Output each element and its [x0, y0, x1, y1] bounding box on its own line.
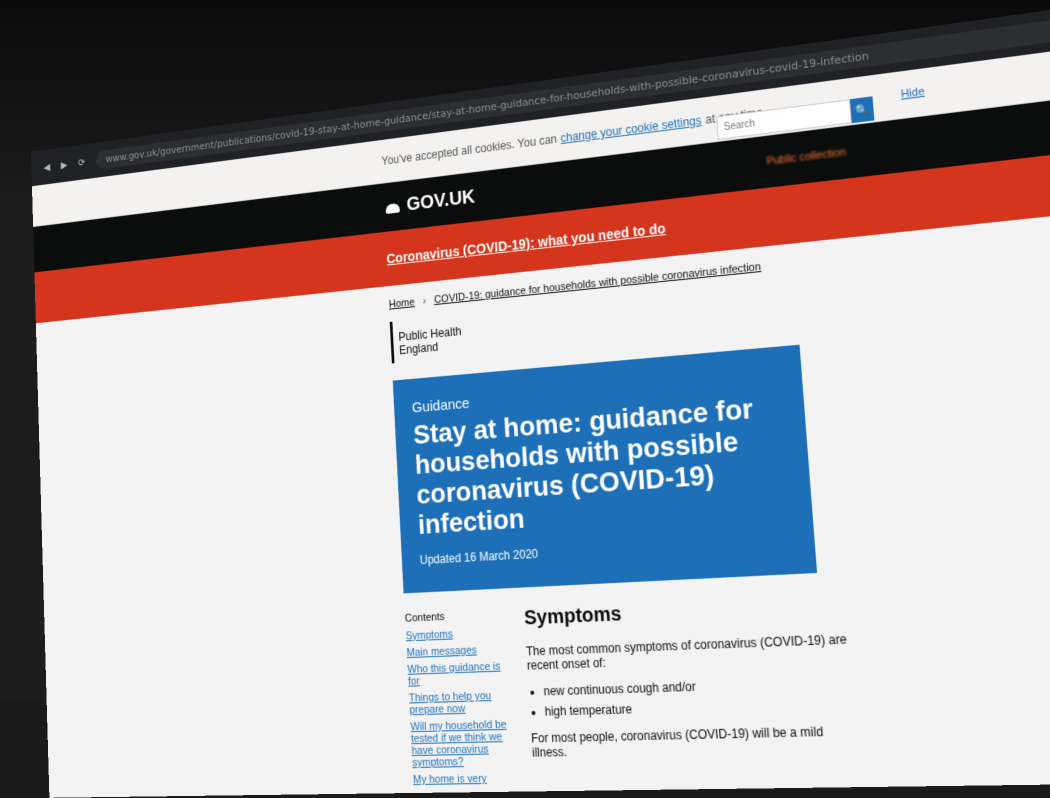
- back-icon[interactable]: ◀: [43, 161, 50, 173]
- hide-cookie-button[interactable]: Hide: [900, 86, 925, 101]
- logo-text: GOV.UK: [406, 185, 476, 215]
- contents-item[interactable]: My home is very: [413, 772, 515, 786]
- organisation-crest-icon: [389, 321, 395, 364]
- reload-icon[interactable]: ⟳: [78, 156, 85, 168]
- contents-item[interactable]: Things to help you prepare now: [409, 689, 511, 716]
- header-link[interactable]: Public collection: [766, 146, 846, 168]
- section-heading: Symptoms: [523, 603, 623, 630]
- contents-item[interactable]: Will my household be tested if we think …: [410, 719, 514, 769]
- guidance-hero: Guidance Stay at home: guidance for hous…: [392, 344, 818, 594]
- search-button[interactable]: 🔍: [849, 96, 875, 124]
- symptoms-outro: For most people, coronavirus (COVID-19) …: [530, 724, 824, 760]
- govuk-logo[interactable]: GOV.UK: [383, 185, 476, 218]
- page-title: Stay at home: guidance for households wi…: [412, 392, 755, 540]
- list-item: high temperature: [544, 696, 859, 719]
- breadcrumb-home[interactable]: Home: [389, 297, 415, 311]
- cookie-text: You've accepted all cookies. You can: [381, 132, 558, 168]
- contents-item[interactable]: Who this guidance is for: [407, 660, 509, 688]
- contents-item[interactable]: Symptoms: [405, 626, 506, 643]
- cookie-settings-link[interactable]: change your cookie settings: [560, 113, 702, 145]
- symptoms-list: new continuous cough and/or high tempera…: [528, 674, 859, 719]
- covid-alert-link[interactable]: Coronavirus (COVID-19): what you need to…: [386, 220, 666, 266]
- crown-icon: [384, 198, 402, 215]
- breadcrumb-separator-icon: ›: [422, 295, 427, 308]
- contents-title: Contents: [404, 611, 445, 625]
- guidance-article: Symptoms The most common symptoms of cor…: [524, 593, 866, 790]
- body-layout: Contents Symptoms Main messages Who this…: [405, 577, 1050, 791]
- contents-item[interactable]: Main messages: [406, 643, 507, 659]
- updated-date: Updated 16 March 2020: [419, 546, 539, 568]
- forward-icon[interactable]: ▶: [61, 158, 68, 170]
- list-item: new continuous cough and/or: [543, 674, 857, 698]
- symptoms-intro: The most common symptoms of coronavirus …: [525, 631, 848, 673]
